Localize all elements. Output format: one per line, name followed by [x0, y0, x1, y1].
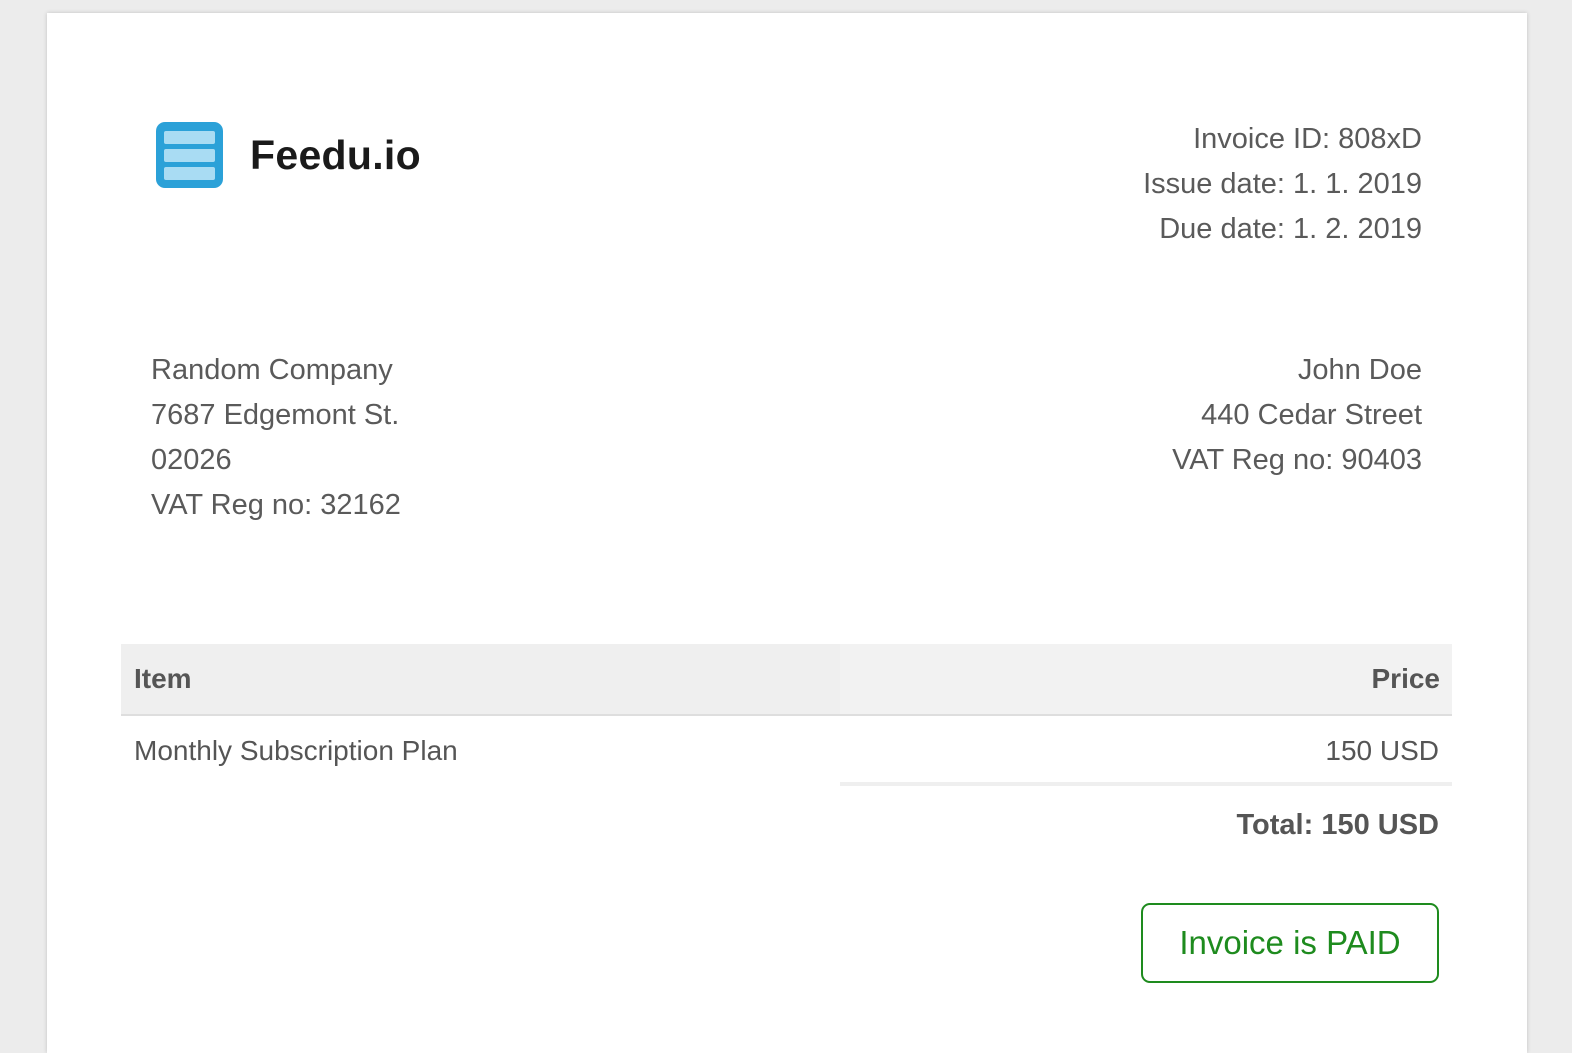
due-date: Due date: 1. 2. 2019 — [1159, 213, 1422, 245]
brand-name: Feedu.io — [250, 132, 421, 178]
invoice-total: Total: 150 USD — [1236, 809, 1439, 841]
buyer-vat: VAT Reg no: 90403 — [1172, 444, 1422, 476]
items-table: Item Price Monthly Subscription Plan 150… — [121, 644, 1452, 786]
buyer-address: John Doe 440 Cedar Street VAT Reg no: 90… — [1172, 348, 1422, 483]
items-table-header: Item Price — [121, 644, 1452, 716]
row-item-name: Monthly Subscription Plan — [134, 735, 458, 766]
paid-status-badge: Invoice is PAID — [1141, 903, 1439, 983]
seller-vat: VAT Reg no: 32162 — [151, 489, 401, 521]
stacked-list-icon — [156, 122, 223, 188]
seller-zip: 02026 — [151, 444, 232, 476]
invoice-id: Invoice ID: 808xD — [1193, 123, 1422, 155]
invoice-meta: Invoice ID: 808xD Issue date: 1. 1. 2019… — [1143, 117, 1422, 252]
seller-name: Random Company — [151, 354, 393, 386]
row-item-price: 150 USD — [840, 716, 1452, 786]
seller-street: 7687 Edgemont St. — [151, 399, 400, 431]
issue-date: Issue date: 1. 1. 2019 — [1143, 168, 1422, 200]
header-item: Item — [121, 644, 840, 714]
seller-address: Random Company 7687 Edgemont St. 02026 V… — [151, 348, 401, 528]
buyer-name: John Doe — [1297, 354, 1422, 386]
invoice-sheet: Feedu.io Invoice ID: 808xD Issue date: 1… — [47, 13, 1527, 1053]
header-price: Price — [840, 644, 1452, 714]
buyer-street: 440 Cedar Street — [1201, 399, 1422, 431]
table-row: Monthly Subscription Plan 150 USD — [121, 716, 1452, 786]
